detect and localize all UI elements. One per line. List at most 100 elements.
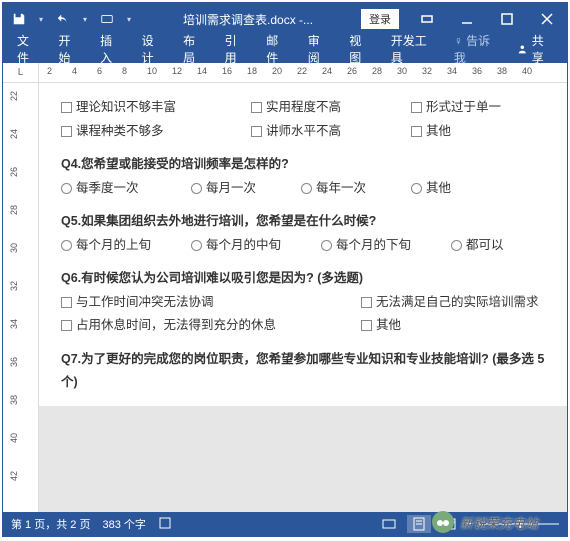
- question-5: Q5.如果集团组织去外地进行培训，您希望是在什么时候?: [61, 213, 545, 231]
- document-title: 培训需求调查表.docx -...: [135, 11, 361, 28]
- ruler-tick: 24: [322, 66, 332, 76]
- checkbox-option[interactable]: 占用休息时间，无法得到充分的休息: [61, 317, 361, 335]
- option-label: 每年一次: [316, 180, 366, 198]
- ruler-tick: 6: [97, 66, 102, 76]
- ruler-tick: 24: [9, 129, 19, 139]
- login-button[interactable]: 登录: [361, 9, 399, 29]
- watermark: 新锐荣充电站: [432, 511, 538, 533]
- print-layout-button[interactable]: [407, 515, 431, 533]
- ruler-tick: 34: [9, 319, 19, 329]
- checkbox-option[interactable]: 与工作时间冲突无法协调: [61, 294, 361, 312]
- ruler-tick: 42: [9, 471, 19, 481]
- ruler-tick: 8: [122, 66, 127, 76]
- watermark-text: 新锐荣充电站: [460, 513, 538, 532]
- option-label: 与工作时间冲突无法协调: [76, 294, 214, 312]
- checkbox-option[interactable]: 无法满足自己的实际培训需求: [361, 294, 539, 312]
- option-label: 每月一次: [206, 180, 256, 198]
- ruler-tick: 40: [522, 66, 532, 76]
- radio-icon: [411, 183, 422, 194]
- checkbox-option[interactable]: 其他: [361, 317, 401, 335]
- option-label: 课程种类不够多: [76, 123, 164, 141]
- radio-icon: [61, 240, 72, 251]
- ruler-tick: 38: [497, 66, 507, 76]
- radio-icon: [61, 183, 72, 194]
- ruler-tick: 28: [9, 205, 19, 215]
- ruler-tick: 12: [172, 66, 182, 76]
- checkbox-icon: [251, 126, 262, 137]
- ruler-tick: 36: [9, 357, 19, 367]
- qat-caret-1[interactable]: ▾: [39, 15, 43, 24]
- qat-caret-2[interactable]: ▾: [83, 15, 87, 24]
- option-label: 其他: [426, 180, 451, 198]
- ruler-tick: 34: [447, 66, 457, 76]
- question-7: Q7.为了更好的完成您的岗位职责，您希望参加哪些专业知识和专业技能培训? (最多…: [61, 351, 545, 369]
- checkbox-option[interactable]: 理论知识不够丰富: [61, 99, 251, 117]
- radio-option[interactable]: 都可以: [451, 237, 504, 255]
- ruler-tick: 14: [197, 66, 207, 76]
- ruler-tick: 26: [9, 167, 19, 177]
- ruler-tick: 20: [272, 66, 282, 76]
- document-area[interactable]: 理论知识不够丰富 实用程度不高 形式过于单一 课程种类不够多 讲师水平不高 其他…: [39, 83, 567, 512]
- radio-option[interactable]: 其他: [411, 180, 451, 198]
- ruler-tick: 28: [372, 66, 382, 76]
- ruler-tick: 32: [9, 281, 19, 291]
- radio-option[interactable]: 每季度一次: [61, 180, 191, 198]
- ruler-tick: 18: [247, 66, 257, 76]
- radio-icon: [321, 240, 332, 251]
- radio-icon: [451, 240, 462, 251]
- option-label: 其他: [376, 317, 401, 335]
- read-mode-button[interactable]: [377, 515, 401, 533]
- question-4: Q4.您希望或能接受的培训频率是怎样的?: [61, 156, 545, 174]
- checkbox-option[interactable]: 课程种类不够多: [61, 123, 251, 141]
- ruler-tick: 30: [9, 243, 19, 253]
- ruler-tick: 40: [9, 433, 19, 443]
- ruler-vertical: 22 24 26 28 30 32 34 36 38 40 42: [3, 83, 39, 512]
- checkbox-icon: [361, 297, 372, 308]
- page-indicator[interactable]: 第 1 页，共 2 页: [11, 516, 90, 532]
- spell-check-icon[interactable]: [158, 516, 172, 533]
- ruler-tick: 22: [9, 91, 19, 101]
- option-label: 都可以: [466, 237, 504, 255]
- checkbox-option[interactable]: 讲师水平不高: [251, 123, 411, 141]
- checkbox-icon: [61, 320, 72, 331]
- ruler-corner: L: [3, 63, 39, 82]
- ruler-tick: 36: [472, 66, 482, 76]
- ruler-horizontal: L 246810121416182022242628303234363840: [3, 63, 567, 83]
- checkbox-option[interactable]: 实用程度不高: [251, 99, 411, 117]
- option-label: 每季度一次: [76, 180, 139, 198]
- undo-icon[interactable]: [55, 11, 71, 27]
- radio-icon: [301, 183, 312, 194]
- touch-mode-icon[interactable]: [99, 11, 115, 27]
- radio-option[interactable]: 每个月的上旬: [61, 237, 191, 255]
- question-6: Q6.有时候您认为公司培训难以吸引您是因为? (多选题): [61, 270, 545, 288]
- radio-option[interactable]: 每个月的中旬: [191, 237, 321, 255]
- option-label: 其他: [426, 123, 451, 141]
- checkbox-icon: [251, 102, 262, 113]
- checkbox-icon: [61, 126, 72, 137]
- checkbox-icon: [61, 297, 72, 308]
- option-label: 理论知识不够丰富: [76, 99, 176, 117]
- share-label: 共享: [532, 32, 553, 66]
- question-7-cont: 个): [61, 374, 545, 392]
- ruler-tick: 16: [222, 66, 232, 76]
- radio-option[interactable]: 每个月的下旬: [321, 237, 451, 255]
- qat-caret-3[interactable]: ▾: [127, 15, 131, 24]
- checkbox-option[interactable]: 其他: [411, 123, 451, 141]
- checkbox-icon: [61, 102, 72, 113]
- option-label: 每个月的上旬: [76, 237, 151, 255]
- ruler-tick: 38: [9, 395, 19, 405]
- option-label: 讲师水平不高: [266, 123, 341, 141]
- checkbox-icon: [411, 126, 422, 137]
- save-icon[interactable]: [11, 11, 27, 27]
- ruler-tick: 22: [297, 66, 307, 76]
- radio-option[interactable]: 每年一次: [301, 180, 411, 198]
- ribbon-tabs: 文件 开始 插入 设计 布局 引用 邮件 审阅 视图 开发工具 ♀ 告诉我 共享: [3, 35, 567, 63]
- tell-me-label: 告诉我: [454, 34, 490, 65]
- radio-option[interactable]: 每月一次: [191, 180, 301, 198]
- option-label: 无法满足自己的实际培训需求: [376, 294, 539, 312]
- page: 理论知识不够丰富 实用程度不高 形式过于单一 课程种类不够多 讲师水平不高 其他…: [39, 83, 567, 406]
- word-count[interactable]: 383 个字: [102, 516, 145, 532]
- ruler-tick: 32: [422, 66, 432, 76]
- checkbox-option[interactable]: 形式过于单一: [411, 99, 501, 117]
- option-label: 每个月的中旬: [206, 237, 281, 255]
